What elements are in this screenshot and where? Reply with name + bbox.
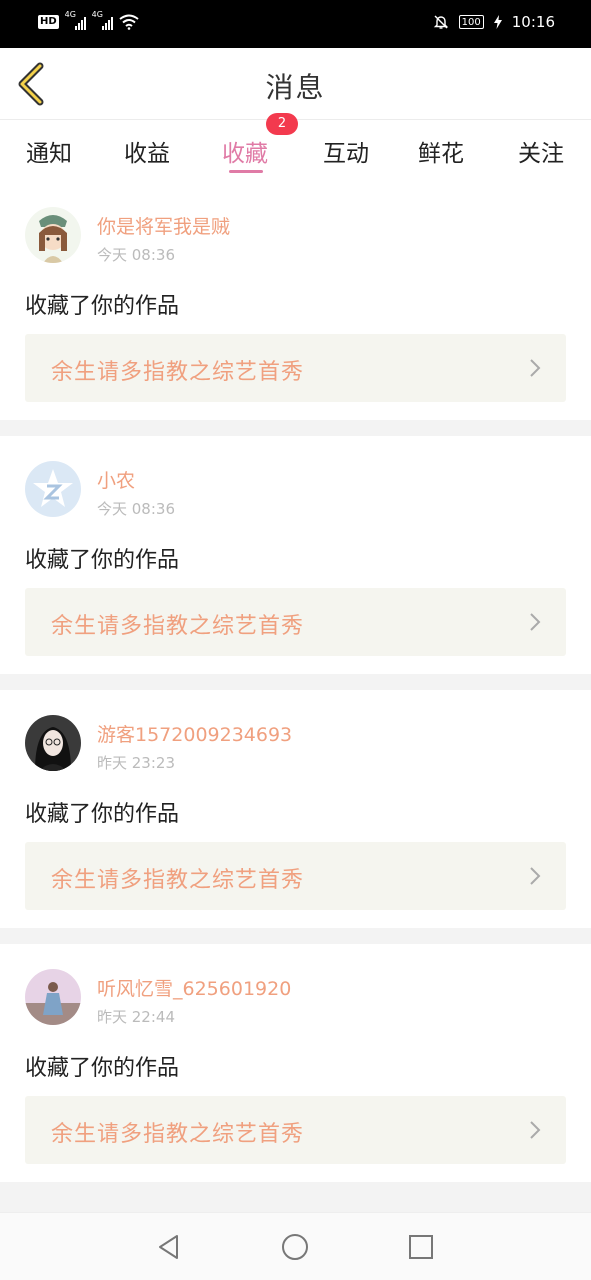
list-item: 听风忆雪_625601920 昨天 22:44 收藏了你的作品 余生请多指教之综… bbox=[0, 944, 591, 1182]
active-tab-indicator bbox=[229, 170, 263, 173]
tab-badge-count: 2 bbox=[266, 113, 298, 135]
tab-flowers[interactable]: 鲜花 bbox=[418, 134, 464, 168]
tab-notifications[interactable]: 通知 bbox=[26, 134, 72, 168]
timestamp: 今天 08:36 bbox=[97, 246, 175, 264]
work-link[interactable]: 余生请多指教之综艺首秀 bbox=[25, 588, 566, 656]
work-title: 余生请多指教之综艺首秀 bbox=[51, 614, 305, 639]
work-title: 余生请多指教之综艺首秀 bbox=[51, 868, 305, 893]
status-right: 100 10:16 bbox=[433, 13, 555, 31]
timestamp: 昨天 23:23 bbox=[97, 754, 175, 772]
system-nav-bar bbox=[0, 1212, 591, 1280]
chevron-right-icon bbox=[530, 867, 541, 885]
tab-follows[interactable]: 关注 bbox=[518, 134, 564, 168]
signal-icon-2: 4G bbox=[92, 10, 113, 30]
list-item: 你是将军我是贼 今天 08:36 收藏了你的作品 余生请多指教之综艺首秀 bbox=[0, 182, 591, 420]
list-item: 小农 今天 08:36 收藏了你的作品 余生请多指教之综艺首秀 bbox=[0, 436, 591, 674]
tab-favorites[interactable]: 收藏 bbox=[222, 134, 268, 168]
hd-badge: HD bbox=[38, 15, 59, 29]
page-title: 消息 bbox=[265, 71, 326, 104]
username[interactable]: 听风忆雪_625601920 bbox=[97, 974, 291, 1001]
username[interactable]: 游客1572009234693 bbox=[97, 720, 292, 747]
timestamp: 今天 08:36 bbox=[97, 500, 175, 518]
app-header: 消息 bbox=[0, 48, 591, 120]
username[interactable]: 你是将军我是贼 bbox=[97, 212, 230, 239]
nav-recents-icon[interactable] bbox=[407, 1233, 435, 1261]
tab-interactions[interactable]: 互动 bbox=[323, 134, 369, 168]
signal-icon: 4G bbox=[65, 10, 86, 30]
bell-off-icon bbox=[433, 15, 448, 29]
message-text: 收藏了你的作品 bbox=[25, 294, 180, 319]
message-text: 收藏了你的作品 bbox=[25, 802, 180, 827]
work-link[interactable]: 余生请多指教之综艺首秀 bbox=[25, 842, 566, 910]
battery-level: 100 bbox=[461, 16, 481, 28]
tab-earnings[interactable]: 收益 bbox=[124, 134, 170, 168]
battery-indicator: 100 bbox=[458, 15, 484, 29]
nav-back-icon[interactable] bbox=[155, 1233, 183, 1261]
status-left: HD 4G 4G bbox=[38, 10, 139, 30]
network-type-label-2: 4G bbox=[91, 10, 103, 19]
avatar[interactable] bbox=[25, 715, 81, 771]
work-link[interactable]: 余生请多指教之综艺首秀 bbox=[25, 334, 566, 402]
chevron-right-icon bbox=[530, 359, 541, 377]
nav-home-icon[interactable] bbox=[281, 1233, 309, 1261]
work-title: 余生请多指教之综艺首秀 bbox=[51, 1122, 305, 1147]
list-item: 游客1572009234693 昨天 23:23 收藏了你的作品 余生请多指教之… bbox=[0, 690, 591, 928]
charging-icon bbox=[493, 15, 502, 29]
chevron-right-icon bbox=[530, 1121, 541, 1139]
avatar[interactable] bbox=[25, 969, 81, 1025]
wifi-icon bbox=[119, 14, 139, 30]
avatar[interactable] bbox=[25, 461, 81, 517]
username[interactable]: 小农 bbox=[97, 466, 135, 493]
work-link[interactable]: 余生请多指教之综艺首秀 bbox=[25, 1096, 566, 1164]
timestamp: 昨天 22:44 bbox=[97, 1008, 175, 1026]
work-title: 余生请多指教之综艺首秀 bbox=[51, 360, 305, 385]
message-text: 收藏了你的作品 bbox=[25, 1056, 180, 1081]
avatar[interactable] bbox=[25, 207, 81, 263]
network-type-label: 4G bbox=[64, 10, 76, 19]
clock: 10:16 bbox=[511, 13, 555, 31]
status-bar: HD 4G 4G 100 10:16 bbox=[0, 0, 591, 48]
message-text: 收藏了你的作品 bbox=[25, 548, 180, 573]
chevron-right-icon bbox=[530, 613, 541, 631]
